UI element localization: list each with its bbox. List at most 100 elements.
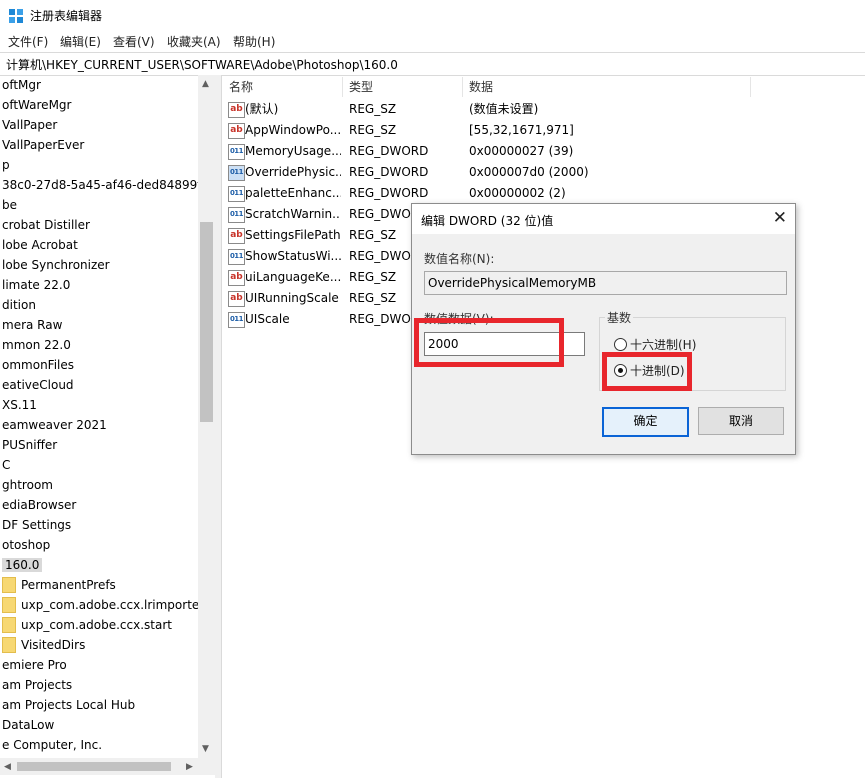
tree-key-item[interactable]: 38c0-27d8-5a45-af46-ded84899f5 — [2, 175, 209, 195]
tree-item-label: PermanentPrefs — [21, 578, 116, 592]
value-name-label: 数值名称(N): — [424, 252, 495, 266]
key-tree[interactable]: oftMgr oftWareMgr VallPaper VallPaperEver p 3… — [0, 75, 214, 774]
tree-item-label: DataLow — [2, 718, 55, 732]
tree-item-label: be — [2, 198, 17, 212]
menu-view[interactable]: 查看(V) — [113, 33, 155, 50]
column-header-data[interactable]: 数据 — [469, 75, 493, 99]
address-bar[interactable]: 计算机\HKEY_CURRENT_USER\SOFTWARE\Adobe\Pho… — [0, 52, 865, 76]
tree-key-item[interactable]: dition — [2, 295, 202, 315]
menu-file[interactable]: 文件(F) — [8, 33, 48, 50]
tree-item-label: am Projects — [2, 678, 73, 692]
tree-key-item[interactable]: mera Raw — [2, 315, 202, 335]
value-row[interactable]: 011 OverridePhysic... REG_DWORD 0x000007d0 … — [222, 162, 862, 183]
value-row[interactable]: ab AppWindowPo... REG_SZ [55,32,1671,971] — [222, 120, 862, 141]
pane-splitter[interactable] — [215, 75, 222, 778]
tree-key-item[interactable]: otoshop — [2, 535, 202, 555]
column-divider[interactable] — [750, 77, 751, 97]
tree-item-label: eamweaver 2021 — [2, 418, 107, 432]
annotation-box-value — [414, 318, 564, 367]
column-divider[interactable] — [342, 77, 343, 97]
tree-key-item[interactable]: am Projects — [2, 675, 202, 695]
tree-item-label: C — [2, 458, 11, 472]
folder-icon — [2, 576, 16, 593]
tree-key-item[interactable]: e Computer, Inc. — [2, 735, 202, 755]
column-divider[interactable] — [462, 77, 463, 97]
hex-radio-label[interactable]: 十六进制(H) — [630, 336, 696, 353]
tree-subkey-item[interactable]: VisitedDirs — [2, 635, 202, 655]
column-header-type[interactable]: 类型 — [349, 75, 373, 99]
scroll-left-arrow-icon[interactable]: ◀ — [4, 761, 11, 773]
tree-subkey-item[interactable]: PermanentPrefs — [2, 575, 202, 595]
string-value-icon: ab — [228, 270, 245, 286]
tree-key-item[interactable]: oftWareMgr — [2, 95, 202, 115]
tree-key-item[interactable]: VallPaperEver — [2, 135, 202, 155]
menu-bar: 文件(F) 编辑(E) 查看(V) 收藏夹(A) 帮助(H) — [0, 31, 865, 51]
tree-vertical-scroll-thumb[interactable] — [200, 222, 213, 422]
value-data: 0x000007d0 (2000) — [469, 165, 589, 179]
tree-key-item[interactable]: XS.11 — [2, 395, 202, 415]
hex-radio[interactable] — [614, 338, 627, 351]
tree-key-item[interactable]: mmon 22.0 — [2, 335, 202, 355]
tree-key-item[interactable]: am Projects Local Hub — [2, 695, 202, 715]
tree-item-label: dition — [2, 298, 36, 312]
tree-key-item[interactable]: be — [2, 195, 202, 215]
cancel-button[interactable]: 取消 — [698, 407, 784, 435]
dword-value-icon: 011 — [228, 144, 245, 160]
tree-key-item[interactable]: oftMgr — [2, 75, 202, 95]
tree-item-label: ommonFiles — [2, 358, 74, 372]
scroll-right-arrow-icon[interactable]: ▶ — [186, 761, 193, 773]
dword-value-icon: 011 — [228, 207, 245, 223]
dword-value-icon: 011 — [228, 249, 245, 265]
tree-key-item[interactable]: ghtroom — [2, 475, 202, 495]
tree-key-item[interactable]: C — [2, 455, 202, 475]
menu-edit[interactable]: 编辑(E) — [60, 33, 101, 50]
tree-key-item[interactable]: limate 22.0 — [2, 275, 202, 295]
tree-key-item[interactable]: ommonFiles — [2, 355, 202, 375]
value-name: AppWindowPo... — [245, 123, 341, 137]
tree-key-item[interactable]: emiere Pro — [2, 655, 202, 675]
tree-key-item[interactable]: 160.0 — [2, 555, 202, 575]
scroll-up-arrow-icon[interactable]: ▲ — [202, 78, 209, 90]
value-row[interactable]: 011 MemoryUsage... REG_DWORD 0x00000027 (39… — [222, 141, 862, 162]
tree-horizontal-scroll-thumb[interactable] — [17, 762, 171, 771]
value-row[interactable]: ab (默认) REG_SZ (数值未设置) — [222, 99, 862, 120]
tree-key-item[interactable]: p — [2, 155, 202, 175]
tree-item-label: oftMgr — [2, 78, 41, 92]
scroll-down-arrow-icon[interactable]: ▼ — [202, 743, 209, 755]
dword-value-icon: 011 — [228, 312, 245, 328]
menu-help[interactable]: 帮助(H) — [233, 33, 275, 50]
tree-subkey-item[interactable]: uxp_com.adobe.ccx.lrimporter — [2, 595, 204, 615]
value-name: OverridePhysic... — [245, 165, 341, 179]
tree-key-item[interactable]: lobe Synchronizer — [2, 255, 202, 275]
tree-key-item[interactable]: DF Settings — [2, 515, 202, 535]
folder-icon — [2, 596, 16, 613]
ok-button[interactable]: 确定 — [602, 407, 689, 437]
address-path[interactable]: 计算机\HKEY_CURRENT_USER\SOFTWARE\Adobe\Pho… — [6, 56, 398, 73]
tree-key-item[interactable]: eamweaver 2021 — [2, 415, 202, 435]
tree-key-item[interactable]: eativeCloud — [2, 375, 202, 395]
tree-item-label: XS.11 — [2, 398, 37, 412]
tree-key-item[interactable]: ediaBrowser — [2, 495, 202, 515]
dialog-title: 编辑 DWORD (32 位)值 — [421, 214, 554, 228]
tree-item-label: p — [2, 158, 10, 172]
value-type: REG_SZ — [349, 228, 397, 242]
tree-item-label: ghtroom — [2, 478, 53, 492]
tree-key-item[interactable]: DataLow — [2, 715, 202, 735]
tree-subkey-item[interactable]: uxp_com.adobe.ccx.start — [2, 615, 202, 635]
folder-icon — [2, 616, 16, 633]
string-value-icon: ab — [228, 291, 245, 307]
tree-item-label: otoshop — [2, 538, 51, 552]
value-name: UIScale — [245, 312, 290, 326]
tree-item-label: VallPaper — [2, 118, 58, 132]
tree-item-label: PUSniffer — [2, 438, 58, 452]
close-icon[interactable]: ✕ — [773, 208, 787, 228]
tree-key-item[interactable]: crobat Distiller — [2, 215, 202, 235]
value-row[interactable]: 011 paletteEnhanc... REG_DWORD 0x00000002 (… — [222, 183, 862, 204]
tree-key-item[interactable]: lobe Acrobat — [2, 235, 202, 255]
tree-key-item[interactable]: PUSniffer — [2, 435, 202, 455]
folder-icon — [2, 636, 16, 653]
column-header-name[interactable]: 名称 — [229, 75, 253, 99]
menu-favorites[interactable]: 收藏夹(A) — [167, 33, 221, 50]
value-type: REG_SZ — [349, 270, 397, 284]
tree-key-item[interactable]: VallPaper — [2, 115, 202, 135]
